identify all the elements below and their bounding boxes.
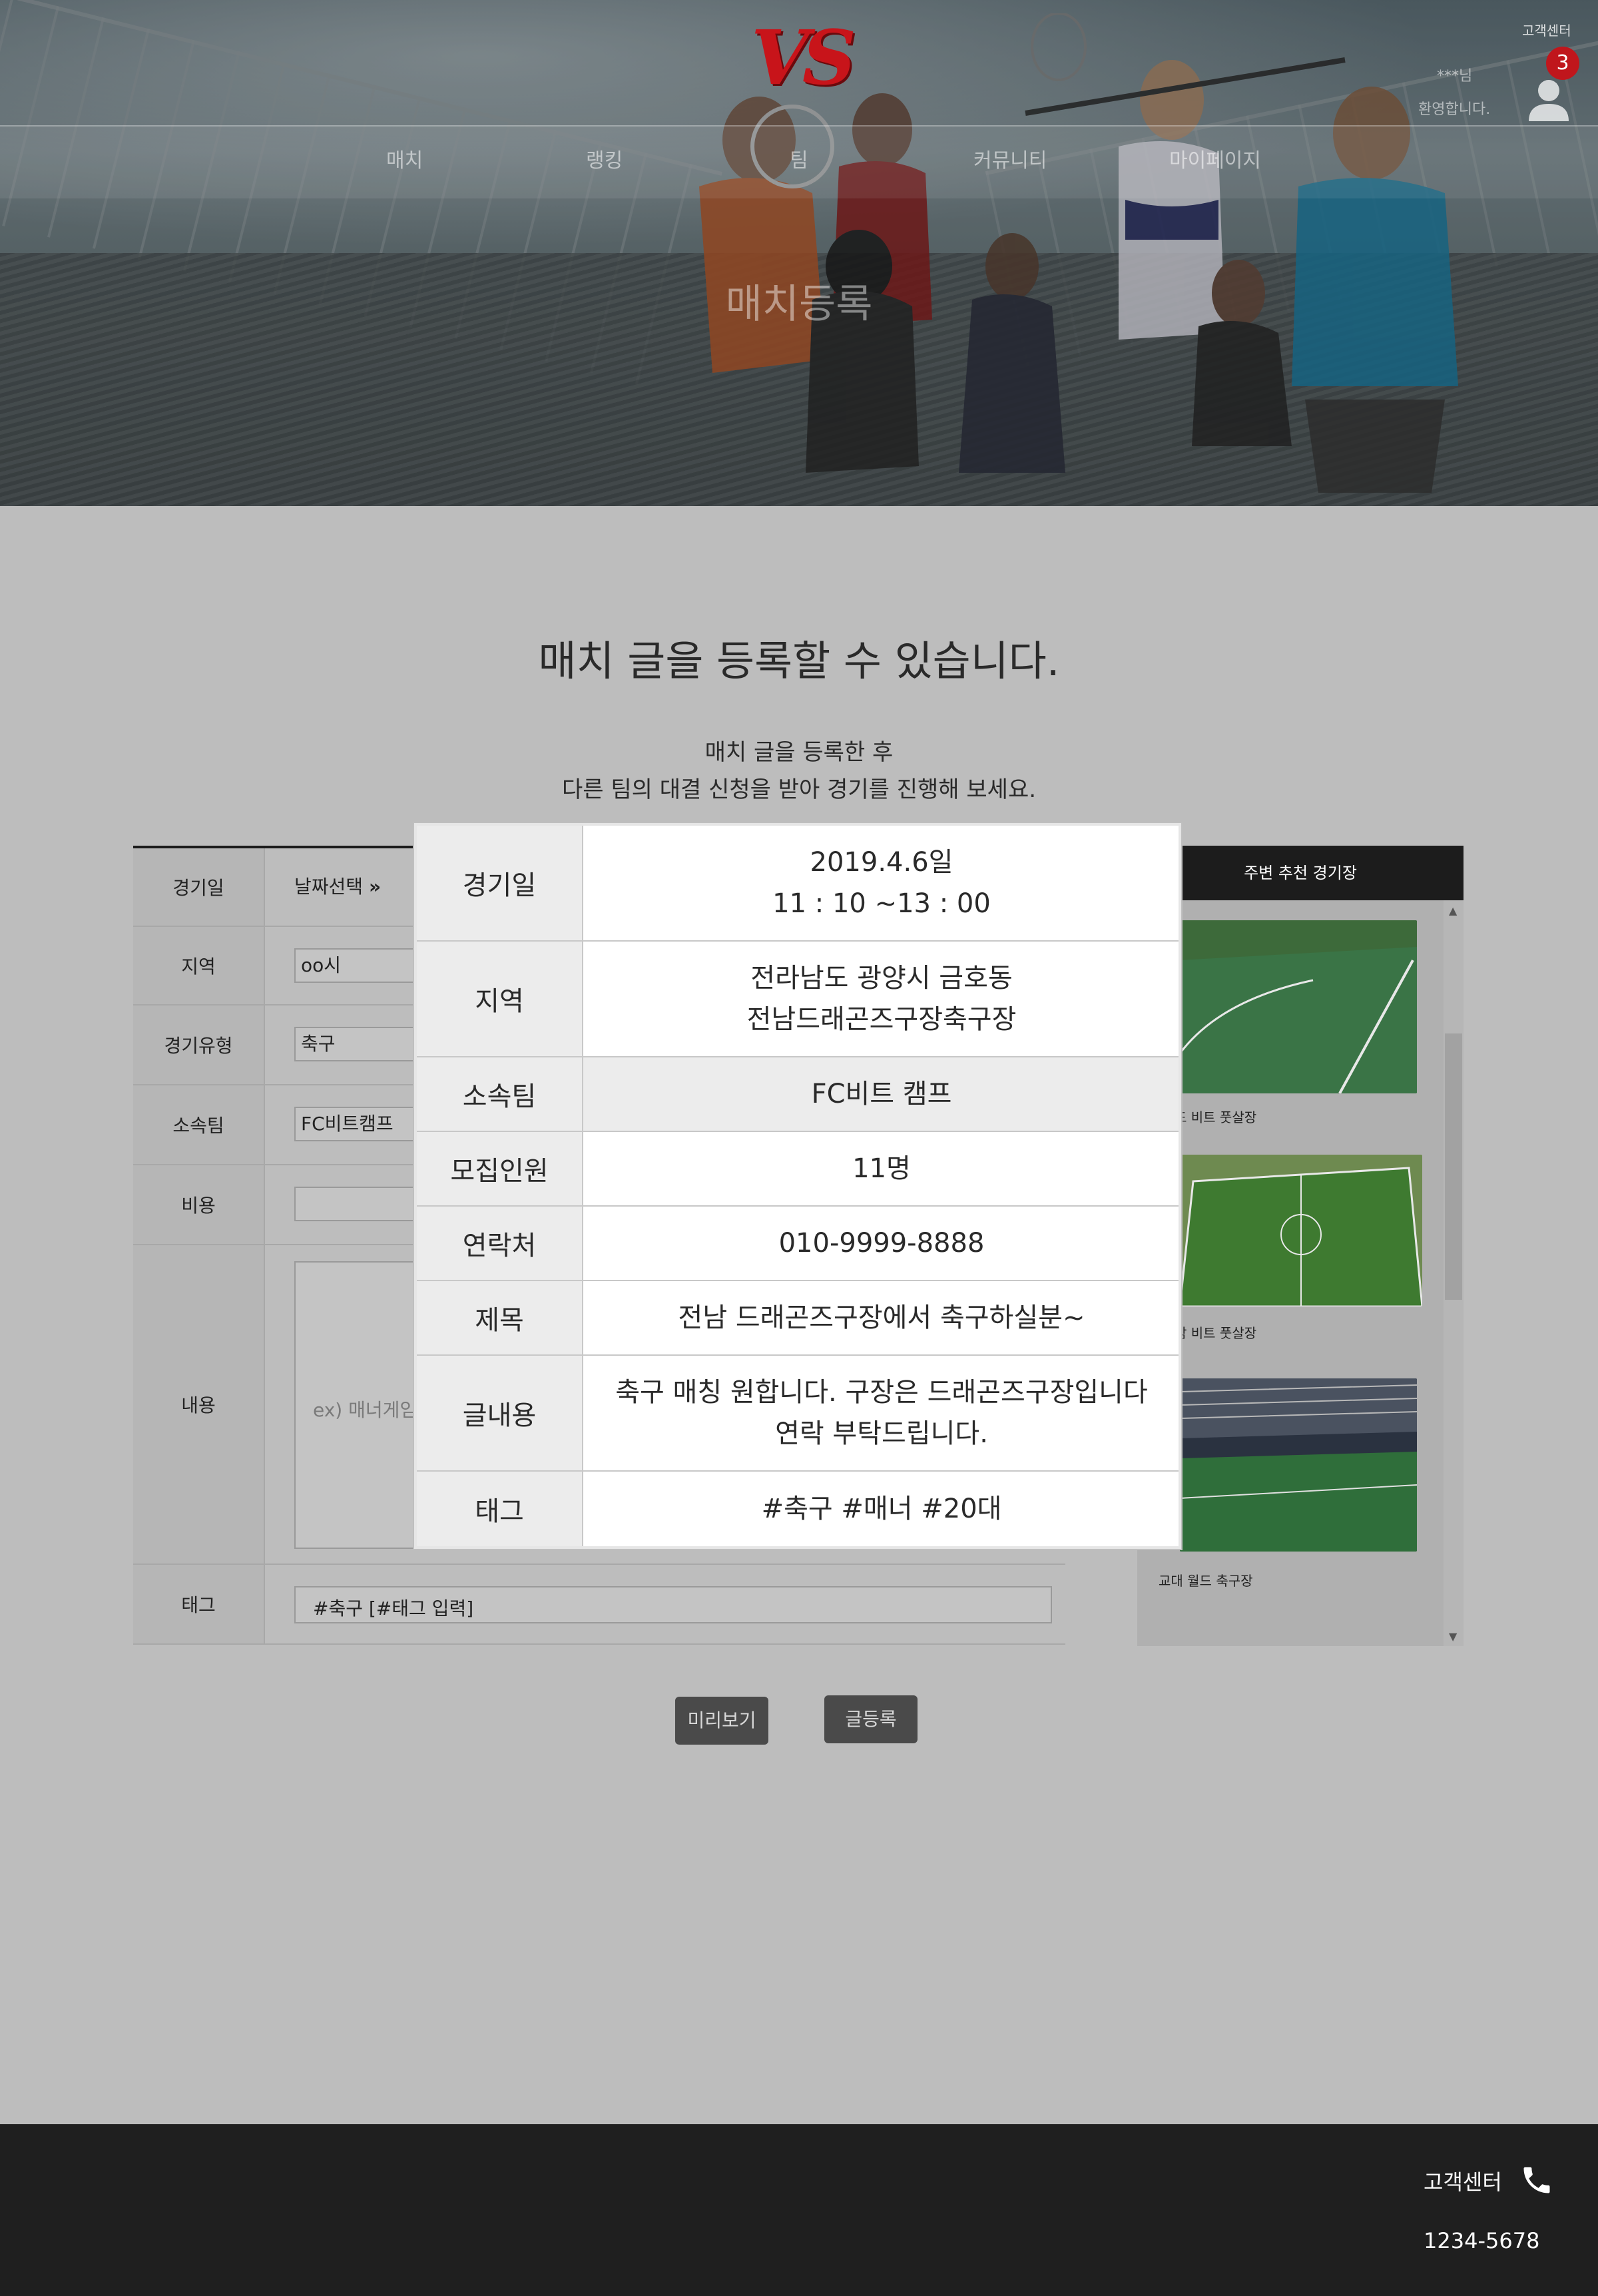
nav-item-community[interactable]: 커뮤니티: [973, 146, 1047, 176]
user-name: ***님: [1437, 68, 1473, 85]
stadium-name-3[interactable]: 교대 월드 축구장: [1159, 1570, 1253, 1589]
scroll-down-icon[interactable]: ▼: [1449, 1630, 1457, 1643]
vs-logo[interactable]: VS: [751, 20, 856, 97]
modal-label-team: 소속팀: [417, 1057, 583, 1131]
page-heading: 매치 글을 등록할 수 있습니다.: [538, 637, 1060, 685]
tag-label: 태그: [133, 1565, 265, 1643]
date-select-label: 날짜선택: [294, 876, 364, 898]
page-subtext-line1: 매치 글을 등록한 후: [704, 739, 894, 766]
hero-banner: VS 고객센터 ***님 환영합니다. 3 매치 랭킹 팀 커뮤니티 마이페이지…: [0, 0, 1598, 506]
modal-label-title: 제목: [417, 1281, 583, 1354]
submit-button[interactable]: 글등록: [824, 1695, 918, 1743]
nearby-stadium-panel: 주변 추천 경기장 드 비트 풋살장 남 비트 풋살장 교대 월드 축구장 ▲ …: [1137, 846, 1464, 1646]
nav-item-team[interactable]: 팀: [790, 146, 808, 176]
region-select[interactable]: oo시: [294, 948, 414, 983]
type-select[interactable]: 축구: [294, 1027, 414, 1061]
modal-value-title: 전남 드래곤즈구장에서 축구하실분~: [678, 1302, 1085, 1333]
modal-row-title: 제목 전남 드래곤즈구장에서 축구하실분~: [417, 1281, 1179, 1356]
user-welcome-text: 환영합니다.: [1418, 101, 1491, 118]
content-label: 내용: [133, 1245, 265, 1564]
chevron-down-icon: »: [368, 876, 382, 898]
date-select[interactable]: 날짜선택 »: [294, 874, 381, 900]
stadium-name-1[interactable]: 드 비트 풋살장: [1175, 1107, 1256, 1126]
modal-label-region: 지역: [417, 942, 583, 1056]
stadium-image-1[interactable]: [1180, 920, 1417, 1093]
modal-value-region-line1: 전라남도 광양시 금호동: [750, 963, 1013, 994]
nav-item-mypage[interactable]: 마이페이지: [1169, 146, 1261, 176]
modal-row-date: 경기일 2019.4.6일 11 : 10 ~13 : 00: [417, 826, 1179, 942]
footer-customer-center: 고객센터: [1424, 2169, 1502, 2195]
team-select[interactable]: FC비트캠프: [294, 1107, 414, 1141]
modal-row-tag: 태그 #축구 #매너 #20대: [417, 1472, 1179, 1546]
modal-label-contact: 연락처: [417, 1207, 583, 1280]
notification-badge[interactable]: 3: [1546, 47, 1579, 80]
modal-label-content: 글내용: [417, 1356, 583, 1470]
type-label: 경기유형: [133, 1005, 265, 1084]
region-label: 지역: [133, 927, 265, 1004]
modal-value-date-line1: 2019.4.6일: [810, 847, 953, 878]
modal-row-content: 글내용 축구 매칭 원합니다. 구장은 드래곤즈구장입니다 연락 부탁드립니다.: [417, 1356, 1179, 1472]
stadium-image-3[interactable]: [1180, 1378, 1417, 1552]
nearby-stadium-title: 주변 추천 경기장: [1137, 846, 1464, 900]
footer-phone-number: 1234-5678: [1424, 2228, 1540, 2253]
modal-value-date-line2: 11 : 10 ~13 : 00: [772, 888, 991, 919]
modal-label-tag: 태그: [417, 1472, 583, 1546]
date-label: 경기일: [133, 848, 265, 926]
customer-center-link[interactable]: 고객센터: [1522, 20, 1571, 39]
modal-row-contact: 연락처 010-9999-8888: [417, 1207, 1179, 1281]
nav-item-ranking[interactable]: 랭킹: [586, 146, 623, 176]
tag-input[interactable]: #축구 [#태그 입력]: [294, 1586, 1052, 1623]
page-subtext-line2: 다른 팀의 대결 신청을 받아 경기를 진행해 보세요.: [561, 776, 1037, 803]
modal-value-contact: 010-9999-8888: [778, 1228, 985, 1259]
footer: 고객센터 1234-5678: [0, 2124, 1598, 2296]
modal-row-region: 지역 전라남도 광양시 금호동 전남드래곤즈구장축구장: [417, 942, 1179, 1057]
stadium-image-2[interactable]: [1180, 1155, 1422, 1306]
stadium-name-2[interactable]: 남 비트 풋살장: [1175, 1322, 1256, 1342]
modal-value-team: FC비트 캠프: [811, 1079, 952, 1109]
sidebar-scrollbar[interactable]: ▲ ▼: [1444, 900, 1464, 1646]
preview-modal: 경기일 2019.4.6일 11 : 10 ~13 : 00 지역 전라남도 광…: [414, 823, 1181, 1549]
form-row-tag: 태그 #축구 [#태그 입력]: [133, 1565, 1065, 1645]
modal-label-members: 모집인원: [417, 1132, 583, 1205]
user-avatar-icon[interactable]: [1525, 75, 1573, 123]
main-nav: 매치 랭킹 팀 커뮤니티 마이페이지: [0, 127, 1598, 198]
modal-row-members: 모집인원 11명: [417, 1132, 1179, 1207]
tag-input-value: #축구 [#태그 입력]: [313, 1597, 474, 1619]
scroll-up-icon[interactable]: ▲: [1449, 904, 1457, 917]
nav-item-match[interactable]: 매치: [386, 146, 423, 176]
modal-value-content-line1: 축구 매칭 원합니다. 구장은 드래곤즈구장입니다: [615, 1377, 1148, 1408]
modal-value-date: 2019.4.6일 11 : 10 ~13 : 00: [585, 826, 1179, 940]
modal-row-team: 소속팀 FC비트 캠프: [417, 1057, 1179, 1132]
modal-label-date: 경기일: [417, 826, 583, 940]
sidebar-scroll-thumb[interactable]: [1445, 1033, 1462, 1300]
modal-value-tag: #축구 #매너 #20대: [761, 1494, 1002, 1524]
cost-label: 비용: [133, 1165, 265, 1244]
modal-value-content: 축구 매칭 원합니다. 구장은 드래곤즈구장입니다 연락 부탁드립니다.: [585, 1356, 1179, 1470]
phone-icon: [1523, 2167, 1550, 2193]
modal-value-content-line2: 연락 부탁드립니다.: [775, 1418, 988, 1449]
modal-value-region: 전라남도 광양시 금호동 전남드래곤즈구장축구장: [585, 942, 1179, 1056]
modal-value-region-line2: 전남드래곤즈구장축구장: [746, 1004, 1017, 1035]
modal-value-members: 11명: [852, 1153, 911, 1184]
preview-button[interactable]: 미리보기: [675, 1697, 768, 1745]
content-placeholder: ex) 매너게임: [313, 1399, 417, 1421]
hero-title: 매치등록: [725, 281, 873, 328]
team-label: 소속팀: [133, 1085, 265, 1164]
